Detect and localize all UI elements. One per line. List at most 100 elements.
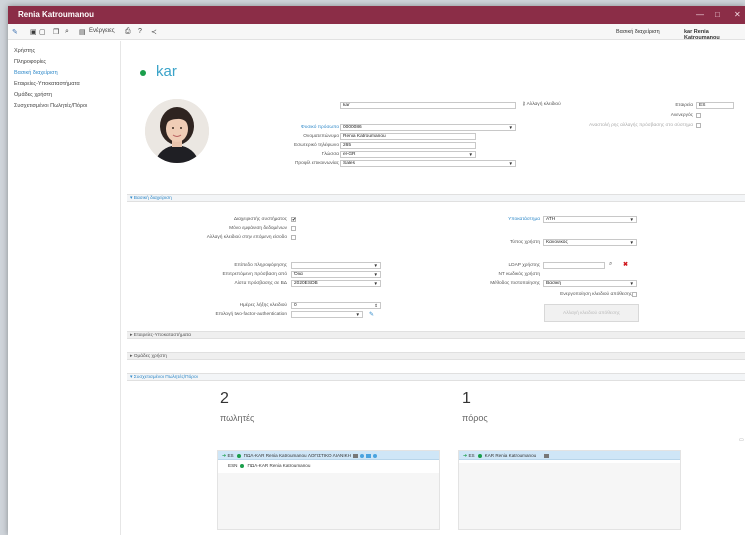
resource-row[interactable]: ➜ ES KAR Renia Katroumanou <box>463 453 550 459</box>
section-companies[interactable]: ▸ Εταιρείες-Υποκαταστήματα <box>127 331 745 339</box>
chevron-down-icon: ▼ <box>373 263 378 268</box>
fullname-field[interactable]: Renia Katroumanou <box>340 133 476 140</box>
stepper-icon: ⇕ <box>374 303 378 308</box>
search-icon[interactable]: ⌕ <box>65 28 69 36</box>
ldap-field[interactable] <box>543 262 605 269</box>
language-select[interactable]: el-GR ▼ <box>340 151 476 158</box>
sidebar-item-related[interactable]: Συσχετισμένοι Πωλητές/Πόροι <box>14 103 87 109</box>
temp-lock-checkbox[interactable] <box>696 123 701 128</box>
folder-icon[interactable]: ▤ <box>79 28 86 36</box>
seller-name: Renia Katroumanou <box>265 453 307 458</box>
close-button[interactable]: ✕ <box>734 10 741 19</box>
sysadmin-checkbox[interactable]: ✔ <box>291 217 296 223</box>
sidebar-item-basic-admin[interactable]: Βασική διαχείριση <box>14 70 58 76</box>
main-panel: kar Κωδικός / Password kar ⚷ Αλλαγή κλει… <box>122 41 745 535</box>
person-label[interactable]: Φυσικό πρόσωπο <box>301 125 339 130</box>
chevron-down-icon: ▼ <box>468 152 473 157</box>
person-field[interactable]: 0000086 ▼ <box>340 124 516 131</box>
access-from-label: Επιτρεπόμενη πρόσβαση από <box>222 272 287 277</box>
expiry-days-label: Ημέρες λήξης κλειδιού <box>239 303 287 308</box>
chevron-down-icon: ▼ <box>355 312 360 317</box>
edit-icon[interactable]: ✎ <box>369 311 374 318</box>
copy-icon[interactable]: ❐ <box>53 28 59 36</box>
section-groups-title: Ομάδες χρήστη <box>133 354 167 359</box>
save-icon[interactable]: ▣ <box>30 28 37 36</box>
section-groups[interactable]: ▸ Ομάδες χρήστη <box>127 352 745 360</box>
user-type-select[interactable]: Κανονικός ▼ <box>543 239 637 246</box>
help-icon[interactable]: ? <box>138 28 142 35</box>
branch-label[interactable]: Υποκατάστημα <box>508 217 540 222</box>
last-access-select[interactable]: 2020ESDB ▼ <box>291 280 381 287</box>
chevron-down-icon: ▼ <box>373 272 378 277</box>
inactive-checkbox[interactable] <box>696 113 701 118</box>
branch-select[interactable]: ATH ▼ <box>543 216 637 223</box>
temp-lock-label: Αναστολή ρης αλλαγής πρόσβασης στο σύστη… <box>589 123 693 128</box>
section-basic-admin[interactable]: ▾ Βασική διαχείριση <box>127 194 745 202</box>
sidebar-item-user[interactable]: Χρήστης <box>14 48 35 54</box>
share-icon[interactable]: ≺ <box>151 28 157 36</box>
actions-menu[interactable]: Ενέργειες <box>89 28 115 34</box>
comm-profile-label: Προφίλ επικοινωνίας <box>294 161 339 166</box>
auth-method-select[interactable]: Βασική ▼ <box>543 280 637 287</box>
status-dot <box>477 453 482 458</box>
minimize-panel-icon[interactable]: ▭ <box>739 437 744 443</box>
minimize-button[interactable]: — <box>696 10 704 19</box>
section-related-title: Συσχετισμένοι Πωλητές/Πόροι <box>133 375 198 380</box>
comm-profile-select[interactable]: Sales ▼ <box>340 160 516 167</box>
resource-type: KAR <box>484 453 495 458</box>
sidebar-item-companies[interactable]: Εταιρείες-Υποκαταστήματα <box>14 81 80 87</box>
info-level-select[interactable]: ▼ <box>291 262 381 269</box>
maximize-button[interactable]: □ <box>715 10 720 19</box>
pin-icon[interactable]: ✎ <box>12 28 18 36</box>
resources-count: 1 <box>462 390 471 407</box>
new-icon[interactable]: ▢ <box>39 28 46 36</box>
status-dot <box>236 453 241 458</box>
sidebar-item-groups[interactable]: Ομάδες χρήστη <box>14 92 52 98</box>
section-companies-title: Εταιρείες-Υποκαταστήματα <box>133 333 192 338</box>
breadcrumb-section: Βασική διαχείριση <box>616 29 660 35</box>
chevron-down-icon: ▼ <box>629 240 634 245</box>
auth-method-label: Μέθοδος πιστοποίησης <box>490 281 540 286</box>
seller-row[interactable]: ➜ ES ΠΩΛ-KAR Renia Katroumanou ΛΟΓΙΣΤΙΚΟ … <box>222 453 378 459</box>
print-icon[interactable]: ⎙ <box>125 28 131 36</box>
change-pw-next-checkbox[interactable] <box>291 235 296 240</box>
title-bar: Renia Katroumanou — □ ✕ <box>8 6 745 24</box>
clear-icon[interactable]: ✖ <box>623 261 628 268</box>
page-title: kar <box>156 63 177 80</box>
section-related[interactable]: ▾ Συσχετισμένοι Πωλητές/Πόροι <box>127 373 745 381</box>
access-from-select[interactable]: Όλα ▼ <box>291 271 381 278</box>
twofactor-label: Επιλογή two-factor-authentication <box>215 312 288 317</box>
search-icon[interactable]: ⌕ <box>609 261 612 268</box>
sidebar-item-info[interactable]: Πληροφορίες <box>14 59 46 65</box>
sellers-panel: ➜ ES ΠΩΛ-KAR Renia Katroumanou ΛΟΓΙΣΤΙΚΟ … <box>217 450 440 530</box>
info-icon <box>373 453 378 458</box>
status-dot <box>240 463 245 468</box>
language-value: el-GR <box>343 152 356 157</box>
resources-panel: ➜ ES KAR Renia Katroumanou <box>458 450 681 530</box>
seller-company: ES <box>227 453 234 458</box>
info-level-label: Επίπεδο πληροφόρησης <box>234 263 287 268</box>
seller-row[interactable]: ESN ΠΩΛ-KAR Renia Katroumanou <box>228 463 310 468</box>
chevron-down-icon: ▼ <box>629 281 634 286</box>
phone-field[interactable]: 265 <box>340 142 476 149</box>
chevron-down-icon: ▼ <box>373 281 378 286</box>
toolbar: ✎ ▣ ▢ ❐ ⌕ ▤ Ενέργειες ⎙ ? ≺ Βασική διαχε… <box>8 24 745 41</box>
expiry-days-stepper[interactable]: 0 ⇕ <box>291 302 381 309</box>
biometric-checkbox[interactable] <box>632 292 637 297</box>
sellers-count: 2 <box>220 390 229 407</box>
clock-icon <box>360 453 365 458</box>
seller-extra: ΛΟΓΙΣΤΙΚΟ ΛΙΑΝΙΚΗ <box>307 453 352 458</box>
last-access-label: Λίστα πρόσβασης σε BΔ <box>234 281 287 286</box>
sellers-label: πωλητές <box>220 413 255 423</box>
code-field[interactable]: kar <box>340 102 516 109</box>
change-password-link[interactable]: ⚷ Αλλαγή κλειδιού <box>522 102 561 107</box>
readonly-label: Μόνο εμφάνιση δεδομένων <box>229 226 287 231</box>
reset-key-button[interactable]: Αλλαγή κλειδιού απόθεσης <box>544 304 639 322</box>
readonly-checkbox[interactable] <box>291 226 296 231</box>
seller-type: ΠΩΛ-KAR <box>247 463 269 468</box>
branch-value: ATH <box>546 217 556 222</box>
twofactor-select[interactable]: ▼ <box>291 311 363 318</box>
change-password-label: Αλλαγή κλειδιού <box>526 102 561 107</box>
sidebar: Χρήστης Πληροφορίες Βασική διαχείριση Ετ… <box>8 41 121 535</box>
company-field[interactable]: ES <box>696 102 734 109</box>
